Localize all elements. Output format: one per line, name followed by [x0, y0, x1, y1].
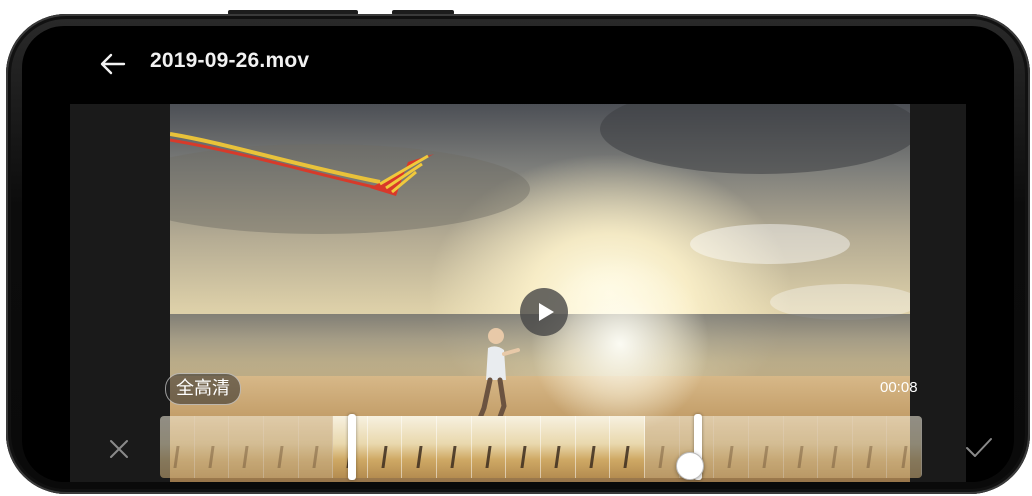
filmstrip-frame[interactable] — [887, 416, 922, 478]
filmstrip-frame[interactable] — [575, 416, 611, 478]
playhead-knob[interactable] — [676, 452, 704, 480]
filmstrip-frame[interactable] — [748, 416, 784, 478]
filmstrip-frame[interactable] — [471, 416, 507, 478]
filmstrip-frame[interactable] — [818, 416, 853, 478]
close-icon[interactable] — [108, 438, 130, 460]
check-icon[interactable] — [964, 436, 994, 460]
filmstrip-frame[interactable] — [160, 416, 195, 478]
cloud — [690, 224, 850, 264]
video-timestamp: 00:08 — [880, 379, 918, 396]
trim-start-handle[interactable] — [348, 414, 356, 480]
filmstrip-frame[interactable] — [610, 416, 645, 478]
filmstrip-frame[interactable] — [541, 416, 576, 478]
filmstrip-frame[interactable] — [194, 416, 230, 478]
filmstrip-frame[interactable] — [298, 416, 334, 478]
dark-cloud — [600, 104, 910, 174]
sun-glow — [530, 254, 710, 434]
filmstrip-frame[interactable] — [263, 416, 299, 478]
filmstrip-frame[interactable] — [229, 416, 264, 478]
arrow-left-icon[interactable] — [98, 50, 128, 78]
filmstrip-frame[interactable] — [437, 416, 472, 478]
kite-image — [170, 132, 434, 196]
screen: 2019-09-26.mov 全高清 00:08 — [22, 26, 1014, 482]
filmstrip[interactable] — [160, 416, 922, 478]
filmstrip-frame[interactable] — [783, 416, 819, 478]
play-icon — [539, 303, 554, 321]
play-button[interactable] — [520, 288, 568, 336]
filmstrip-frame[interactable] — [402, 416, 438, 478]
filmstrip-frame[interactable] — [714, 416, 749, 478]
filmstrip-frame[interactable] — [644, 416, 680, 478]
quality-badge[interactable]: 全高清 — [165, 373, 241, 405]
page-title: 2019-09-26.mov — [150, 49, 310, 72]
phone-frame: 2019-09-26.mov 全高清 00:08 — [6, 14, 1030, 494]
filmstrip-frame[interactable] — [367, 416, 403, 478]
left-panel — [70, 104, 170, 482]
filmstrip-frame[interactable] — [852, 416, 888, 478]
filmstrip-frame[interactable] — [506, 416, 542, 478]
